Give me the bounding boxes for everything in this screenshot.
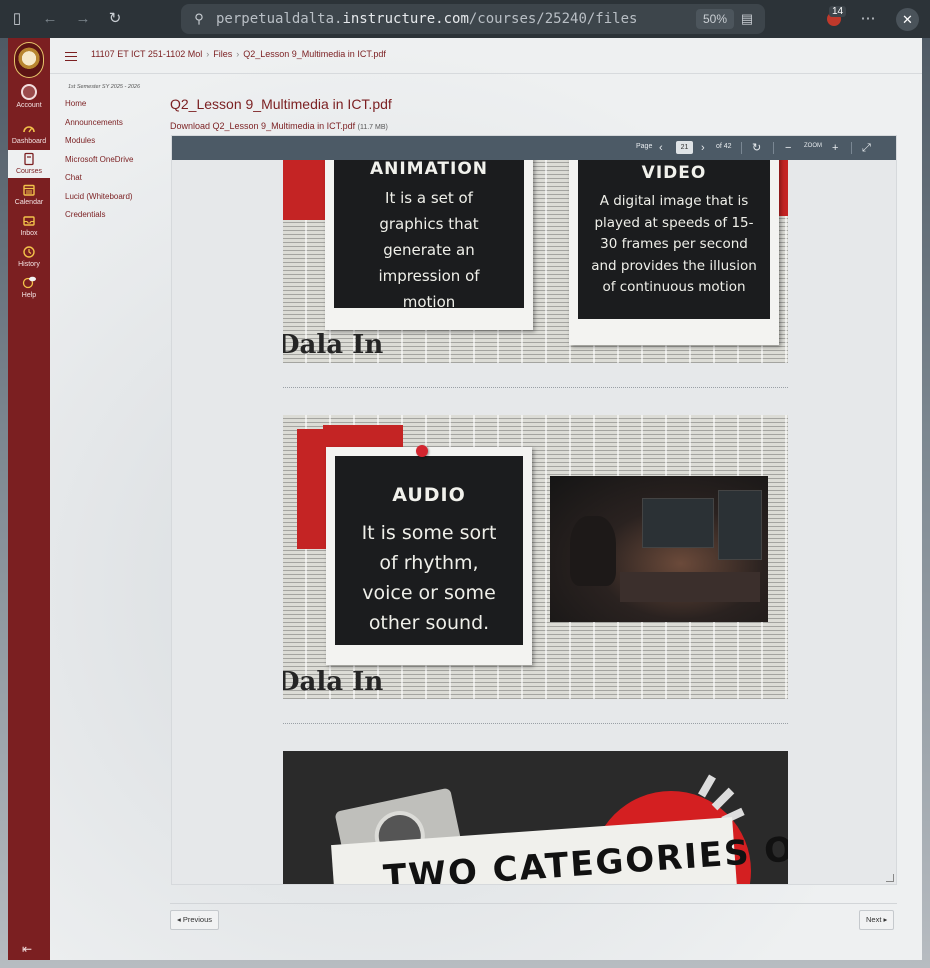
page-label: Page <box>636 143 653 150</box>
nav-account[interactable]: Account <box>8 84 50 109</box>
nav-dashboard[interactable]: Dashboard <box>8 122 50 145</box>
breadcrumb-separator-icon: › <box>236 49 240 59</box>
pdf-page-categories: TWO CATEGORIES OF <box>283 751 788 884</box>
animation-title: ANIMATION <box>369 160 489 179</box>
close-icon[interactable]: ✕ <box>896 8 919 31</box>
canvas-app: Account Dashboard Courses Calendar Inbox… <box>8 38 922 960</box>
nav-inbox[interactable]: Inbox <box>8 214 50 237</box>
url-path: /courses/25240/files <box>468 11 638 27</box>
animation-body: It is a set of graphics that generate an… <box>378 189 480 311</box>
inbox-icon <box>23 216 35 226</box>
address-bar[interactable]: ⚲ perpetualdalta.instructure.com/courses… <box>181 4 765 34</box>
animation-card: ANIMATION It is a set of graphics that g… <box>325 160 533 330</box>
audio-body: It is some sort of rhythm, voice or some… <box>361 522 497 634</box>
url-prefix: perpetualdalta. <box>216 11 343 27</box>
extension-badge: 14 <box>829 6 847 17</box>
audio-card: AUDIO It is some sort of rhythm, voice o… <box>326 447 532 665</box>
course-nav-announcements[interactable]: Announcements <box>65 117 165 136</box>
breadcrumb-course[interactable]: 11107 ET ICT 251-1102 Mol <box>91 49 202 59</box>
video-title: VIDEO <box>641 163 707 183</box>
zoom-in-icon[interactable]: + <box>832 140 838 156</box>
term-label: 1st Semester SY 2025 - 2026 <box>68 84 141 90</box>
course-nav-lucid[interactable]: Lucid (Whiteboard) <box>65 191 165 210</box>
nav-dashboard-label: Dashboard <box>11 138 47 145</box>
reload-icon[interactable]: ↻ <box>105 9 125 29</box>
page-number-input[interactable]: 21 <box>676 141 693 154</box>
page-total: of 42 <box>716 143 732 150</box>
nav-inbox-label: Inbox <box>20 230 38 237</box>
course-menu-toggle-icon[interactable] <box>65 52 77 61</box>
account-avatar-icon <box>21 84 37 100</box>
rotate-icon[interactable]: ↻ <box>752 140 761 156</box>
nav-courses[interactable]: Courses <box>8 150 50 178</box>
breadcrumb-current: Q2_Lesson 9_Multimedia in ICT.pdf <box>243 49 386 59</box>
file-size: (11.7 MB) <box>357 124 388 131</box>
pushpin-icon <box>416 445 428 457</box>
more-menu-icon[interactable]: ⋯ <box>858 9 878 29</box>
course-nav-chat[interactable]: Chat <box>65 172 165 191</box>
page-title: Q2_Lesson 9_Multimedia in ICT.pdf <box>170 96 392 112</box>
download-link[interactable]: Download Q2_Lesson 9_Multimedia in ICT.p… <box>170 121 355 131</box>
pdf-page-audio: AUDIO It is some sort of rhythm, voice o… <box>283 415 788 699</box>
courses-icon <box>24 152 34 166</box>
previous-button[interactable]: ◂ Previous <box>170 910 220 930</box>
newspaper-masthead: Dala In <box>283 330 384 360</box>
next-page-icon[interactable]: › <box>701 140 705 156</box>
global-nav: Account Dashboard Courses Calendar Inbox… <box>8 38 50 960</box>
nav-account-label: Account <box>16 102 42 109</box>
page-header: 11107 ET ICT 251-1102 Mol › Files › Q2_Lesso… <box>50 38 922 74</box>
breadcrumb-files[interactable]: Files <box>213 49 232 59</box>
nav-courses-label: Courses <box>15 168 43 175</box>
calendar-icon <box>23 184 35 196</box>
audio-title: AUDIO <box>392 484 466 506</box>
nav-help-label: Help <box>21 292 37 299</box>
dashboard-icon <box>23 126 35 133</box>
course-nav-home[interactable]: Home <box>65 98 165 117</box>
school-logo[interactable] <box>14 42 44 78</box>
video-card: VIDEO A digital image that is played at … <box>569 160 779 345</box>
zoom-indicator[interactable]: 50% <box>696 9 734 29</box>
browser-toolbar: ▯ ← → ↻ ⚲ perpetualdalta.instructure.com… <box>0 0 930 38</box>
nav-history-label: History <box>18 261 40 268</box>
breadcrumb: 11107 ET ICT 251-1102 Mol › Files › Q2_Lesso… <box>91 49 386 59</box>
site-info-icon[interactable]: ⚲ <box>189 9 209 29</box>
nav-calendar[interactable]: Calendar <box>8 183 50 206</box>
reader-mode-icon[interactable]: ▤ <box>737 9 757 29</box>
course-nav-onedrive[interactable]: Microsoft OneDrive <box>65 154 165 173</box>
pdf-viewer[interactable]: Page ‹ 21 › of 42 ↻ − ZOOM + ⤢ ANIMATION… <box>171 135 897 885</box>
newspaper-masthead-2: Dala In <box>283 667 384 697</box>
sidebar-toggle-icon[interactable]: ▯ <box>7 9 27 29</box>
course-nav-modules[interactable]: Modules <box>65 135 165 154</box>
nav-history[interactable]: History <box>8 245 50 268</box>
course-nav-credentials[interactable]: Credentials <box>65 209 165 228</box>
breadcrumb-separator-icon: › <box>206 49 210 59</box>
course-nav: 1st Semester SY 2025 - 2026 Home Announc… <box>65 84 165 228</box>
collapse-nav-icon[interactable]: ⇤ <box>22 942 32 956</box>
next-button[interactable]: Next ▸ <box>859 910 895 930</box>
history-icon <box>23 246 35 258</box>
url-text[interactable]: perpetualdalta.instructure.com/courses/2… <box>216 11 696 27</box>
resize-handle-icon[interactable] <box>886 874 894 882</box>
video-body: A digital image that is played at speeds… <box>591 193 757 295</box>
zoom-out-icon[interactable]: − <box>785 140 791 156</box>
nav-calendar-label: Calendar <box>14 199 44 206</box>
download-link-row: Download Q2_Lesson 9_Multimedia in ICT.p… <box>170 121 388 131</box>
prev-page-icon[interactable]: ‹ <box>659 140 663 156</box>
back-icon[interactable]: ← <box>40 9 60 29</box>
help-icon <box>22 276 36 289</box>
pdf-toolbar: Page ‹ 21 › of 42 ↻ − ZOOM + ⤢ <box>172 136 896 160</box>
pdf-page-animation-video: ANIMATION It is a set of graphics that g… <box>283 160 788 363</box>
url-host: instructure.com <box>342 11 469 27</box>
forward-icon[interactable]: → <box>73 9 93 29</box>
fullscreen-icon[interactable]: ⤢ <box>862 140 871 156</box>
audio-studio-photo <box>550 476 768 622</box>
zoom-label: ZOOM <box>804 143 822 149</box>
nav-help[interactable]: Help <box>8 276 50 299</box>
